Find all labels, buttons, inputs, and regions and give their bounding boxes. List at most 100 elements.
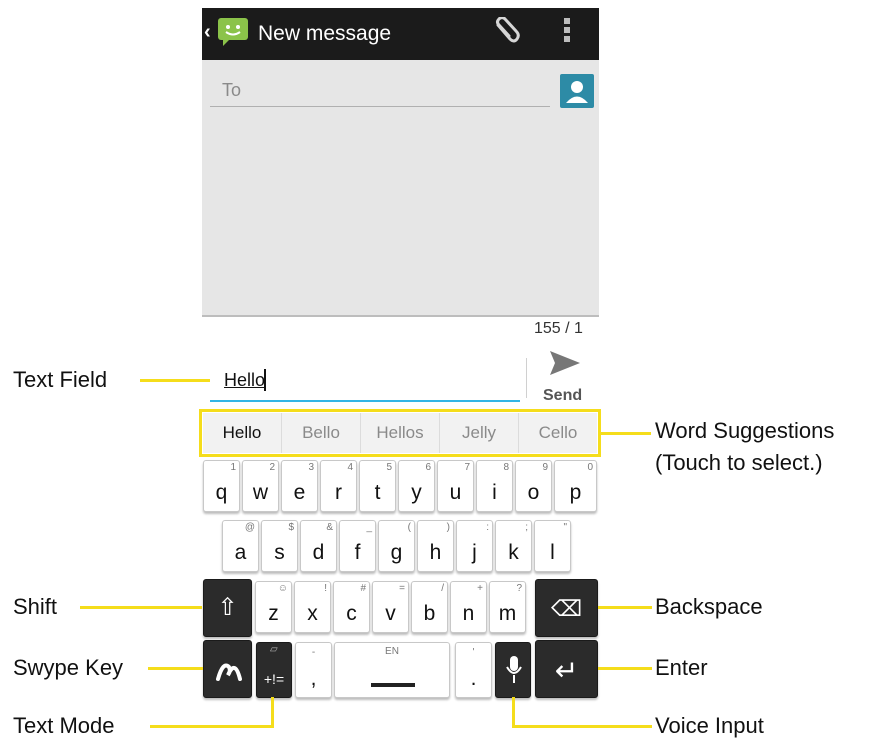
key-alt-label: 2: [269, 462, 275, 473]
backspace-icon: ⌫: [550, 596, 583, 621]
key-d[interactable]: & d: [300, 520, 337, 572]
send-button[interactable]: Send: [543, 387, 582, 405]
callout-text-field: Text Field: [13, 367, 108, 392]
key-label: y: [411, 481, 422, 504]
key-alt-label: #: [360, 583, 366, 594]
key-h[interactable]: ) h: [417, 520, 454, 572]
callout-enter: Enter: [655, 655, 708, 680]
enter-key[interactable]: ↵: [535, 640, 598, 698]
key-alt-label: &: [326, 522, 333, 533]
key-label: p: [569, 481, 582, 504]
callout-line: [80, 606, 202, 609]
key-f[interactable]: _ f: [339, 520, 376, 572]
key-alt-label: _: [366, 522, 372, 533]
callout-shift: Shift: [13, 594, 58, 619]
key-v[interactable]: = v: [372, 581, 409, 633]
key-n[interactable]: + n: [450, 581, 487, 633]
key-e[interactable]: 3e: [281, 460, 318, 512]
key-label: e: [293, 481, 306, 504]
key-label: m: [498, 602, 517, 625]
key-i[interactable]: 8i: [476, 460, 513, 512]
space-key[interactable]: EN: [334, 642, 450, 698]
period-key[interactable]: '.: [455, 642, 492, 698]
key-y[interactable]: 6y: [398, 460, 435, 512]
key-alt-label: ): [446, 522, 450, 533]
key-alt-label: /: [441, 583, 444, 594]
key-label: g: [390, 541, 403, 564]
key-label: r: [335, 481, 342, 504]
key-q[interactable]: 1q: [203, 460, 240, 512]
callout-line: [150, 725, 274, 728]
swype-key[interactable]: [203, 640, 252, 698]
callout-line: [512, 697, 515, 728]
paperclip-icon[interactable]: [490, 16, 524, 47]
callout-word-suggestions-hint: (Touch to select.): [655, 450, 823, 475]
comma-key[interactable]: -,: [295, 642, 332, 698]
key-r[interactable]: 4r: [320, 460, 357, 512]
key-label: .: [470, 667, 477, 690]
key-label: h: [429, 541, 442, 564]
key-c[interactable]: # c: [333, 581, 370, 633]
key-o[interactable]: 9o: [515, 460, 552, 512]
callout-text-mode: Text Mode: [13, 713, 115, 738]
key-g[interactable]: (g: [378, 520, 415, 572]
voice-input-key[interactable]: [495, 642, 531, 698]
shift-key[interactable]: ⇧: [203, 579, 252, 637]
key-l[interactable]: " l: [534, 520, 571, 572]
key-alt-label: ": [563, 522, 567, 533]
recipient-field[interactable]: [210, 78, 550, 107]
text-cursor: [264, 369, 266, 391]
key-k[interactable]: ; k: [495, 520, 532, 572]
callout-line: [598, 667, 652, 670]
key-alt-label: $: [288, 522, 294, 533]
key-label: w: [252, 481, 269, 504]
key-label: v: [385, 602, 396, 625]
key-a[interactable]: @ a: [222, 520, 259, 572]
key-label: +!=: [263, 671, 285, 687]
callout-line: [148, 667, 203, 670]
key-alt-label: =: [399, 583, 405, 594]
key-p[interactable]: 0p: [554, 460, 597, 512]
key-label: f: [354, 541, 361, 564]
back-chevron-icon[interactable]: ‹: [204, 22, 211, 42]
key-alt-label: ': [472, 647, 475, 658]
key-alt-label: ;: [525, 522, 528, 533]
key-m[interactable]: ? m: [489, 581, 526, 633]
suggestions-highlight-frame: [199, 409, 601, 457]
key-label: t: [374, 481, 381, 504]
key-alt-label: 7: [464, 462, 470, 473]
callout-word-suggestions: Word Suggestions: [655, 418, 835, 443]
key-label: c: [346, 602, 357, 625]
overflow-menu-icon[interactable]: [562, 18, 572, 46]
text-mode-key[interactable]: ▱ +!=: [256, 642, 292, 698]
language-label: EN: [385, 646, 399, 657]
callout-line: [601, 432, 651, 435]
contact-picker-icon[interactable]: [560, 74, 594, 108]
key-label: q: [215, 481, 228, 504]
send-icon[interactable]: [548, 348, 582, 378]
key-label: o: [527, 481, 540, 504]
key-alt-label: @: [244, 522, 255, 533]
backspace-key[interactable]: ⌫: [535, 579, 598, 637]
shift-icon: ⇧: [217, 594, 238, 621]
key-alt-label: 0: [587, 462, 593, 473]
divider: [526, 358, 527, 398]
key-alt-label: ☺: [277, 583, 288, 594]
key-label: l: [550, 541, 555, 564]
enter-icon: ↵: [554, 655, 579, 686]
callout-backspace: Backspace: [655, 594, 763, 619]
key-w[interactable]: 2w: [242, 460, 279, 512]
key-b[interactable]: / b: [411, 581, 448, 633]
key-label: n: [462, 602, 475, 625]
message-text-field[interactable]: Hello: [224, 370, 265, 391]
key-z[interactable]: ☺ z: [255, 581, 292, 633]
key-j[interactable]: :j: [456, 520, 493, 572]
key-x[interactable]: ! x: [294, 581, 331, 633]
key-alt-label: (: [407, 522, 411, 533]
key-t[interactable]: 5t: [359, 460, 396, 512]
key-u[interactable]: 7u: [437, 460, 474, 512]
key-alt-label: ?: [516, 583, 522, 594]
messaging-app-icon[interactable]: [217, 16, 250, 46]
key-s[interactable]: $ s: [261, 520, 298, 572]
key-label: s: [274, 541, 285, 564]
